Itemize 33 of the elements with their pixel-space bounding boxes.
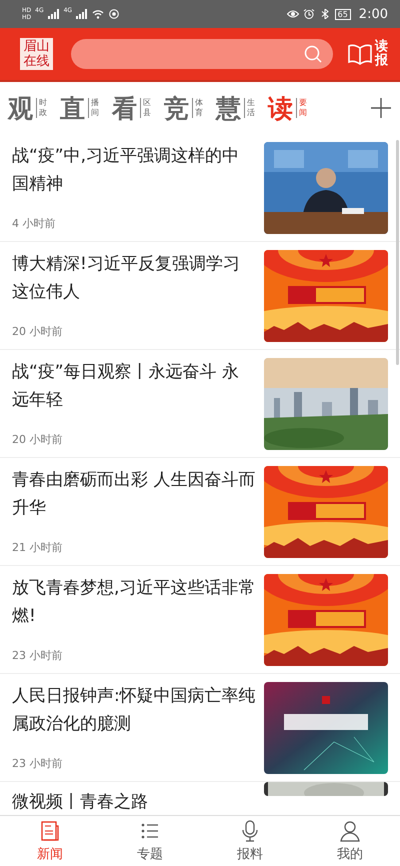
nav-tab[interactable]: 我的 (300, 816, 400, 866)
article-time: 20 小时前 (12, 324, 64, 339)
add-icon[interactable] (370, 97, 392, 119)
nav-tab[interactable]: 专题 (100, 816, 200, 866)
wifi-icon (92, 9, 104, 19)
nav-tab[interactable]: 报料 (200, 816, 300, 866)
article-title[interactable]: 战“疫”中,习近平强调这样的中国精神 (12, 142, 256, 198)
logo: 眉山在线 (20, 38, 53, 70)
article-title[interactable]: 战“疫”每日观察丨永远奋斗 永远年轻 (12, 358, 256, 414)
person-icon (338, 819, 362, 843)
hotspot-icon (108, 9, 120, 19)
article-time: 4 小时前 (12, 216, 56, 231)
clock-time: 2:00 (358, 6, 388, 22)
article-title[interactable]: 青春由磨砺而出彩 人生因奋斗而升华 (12, 466, 256, 522)
alarm-icon (302, 9, 315, 19)
article-title[interactable]: 微视频丨青春之路 (12, 788, 256, 816)
book-icon[interactable] (347, 43, 373, 65)
article-title[interactable]: 放飞青春梦想,习近平这些话非常燃! (12, 574, 256, 630)
nav-tab[interactable]: 新闻 (0, 816, 100, 866)
article-time: 23 小时前 (12, 756, 64, 771)
article-time: 23 小时前 (12, 648, 64, 663)
article-time: 20 小时前 (12, 432, 64, 447)
scrollbar[interactable] (396, 140, 399, 365)
article-time: 21 小时前 (12, 540, 64, 555)
eye-icon (286, 9, 299, 19)
signal-icon (48, 9, 60, 19)
signal-icon (76, 9, 88, 19)
article-title[interactable]: 人民日报钟声:怀疑中国病亡率纯属政治化的臆测 (12, 682, 256, 738)
battery-level: 65 (334, 8, 351, 20)
article-title[interactable]: 博大精深!习近平反复强调学习这位伟人 (12, 250, 256, 306)
read-paper-link[interactable]: 读报 (375, 40, 388, 68)
search-icon[interactable] (303, 44, 323, 64)
search-field[interactable] (70, 39, 333, 69)
